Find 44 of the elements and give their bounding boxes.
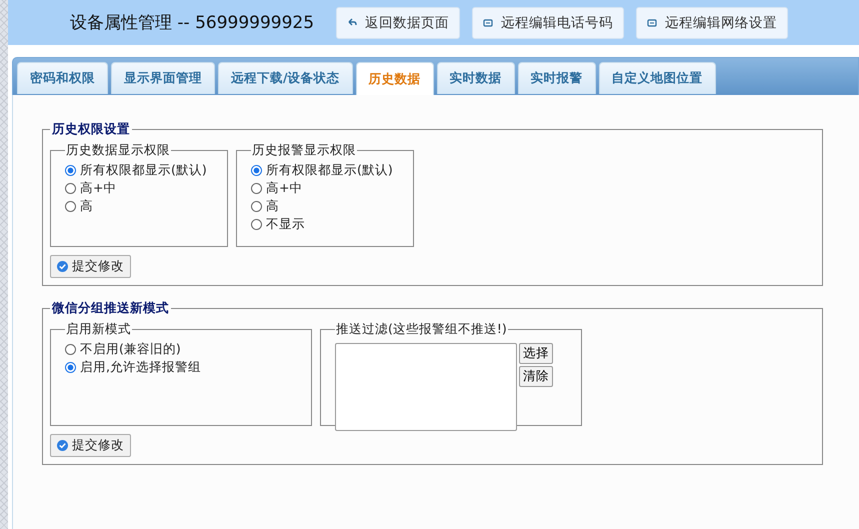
radio-button[interactable] xyxy=(251,218,262,230)
tab[interactable]: 自定义地图位置 xyxy=(598,62,716,94)
radio-label: 不显示 xyxy=(266,215,305,233)
submit-button[interactable]: 提交修改 xyxy=(50,255,131,278)
window-icon xyxy=(483,18,494,28)
radio-label: 高+中 xyxy=(266,179,302,197)
radio-label: 高 xyxy=(80,197,93,215)
tab[interactable]: 实时数据 xyxy=(436,62,515,94)
radio-button[interactable] xyxy=(251,182,262,194)
window-icon xyxy=(647,18,658,28)
tab[interactable]: 显示界面管理 xyxy=(111,62,215,94)
radio-button[interactable] xyxy=(65,164,76,176)
check-icon xyxy=(57,261,68,272)
header-button[interactable]: 返回数据页面 xyxy=(336,6,460,38)
list-box[interactable] xyxy=(335,343,517,431)
group-title: 历史报警显示权限 xyxy=(251,142,357,159)
check-icon xyxy=(57,440,68,451)
group-title: 启用新模式 xyxy=(65,321,132,338)
submit-button[interactable]: 提交修改 xyxy=(50,434,131,457)
radio-label: 高+中 xyxy=(80,179,116,197)
section-title: 微信分组推送新模式 xyxy=(50,300,170,317)
radio-label: 所有权限都显示(默认) xyxy=(266,161,393,179)
tab[interactable]: 远程下载/设备状态 xyxy=(218,62,353,94)
radio-button[interactable] xyxy=(251,200,262,212)
radio-button[interactable] xyxy=(65,200,76,212)
page-title: 设备属性管理 -- 56999999925 xyxy=(70,12,314,34)
group-title: 推送过滤(这些报警组不推送!) xyxy=(335,321,508,338)
filter-button[interactable]: 选择 xyxy=(519,343,553,364)
radio-button[interactable] xyxy=(65,362,76,372)
section-title: 历史权限设置 xyxy=(51,121,131,138)
filter-button[interactable]: 清除 xyxy=(519,366,553,387)
tab[interactable]: 密码和权限 xyxy=(17,62,108,94)
radio-label: 所有权限都显示(默认) xyxy=(80,161,207,179)
header-button[interactable]: 远程编辑网络设置 xyxy=(636,6,788,38)
radio-label: 不启用(兼容旧的) xyxy=(80,340,181,358)
radio-button[interactable] xyxy=(65,344,76,354)
radio-label: 启用,允许选择报警组 xyxy=(80,358,201,376)
radio-button[interactable] xyxy=(251,164,262,176)
undo-arrow-icon xyxy=(347,18,358,28)
header-button[interactable]: 远程编辑电话号码 xyxy=(472,6,624,38)
tab[interactable]: 实时报警 xyxy=(518,62,596,94)
radio-button[interactable] xyxy=(65,182,76,194)
radio-label: 高 xyxy=(266,197,279,215)
group-title: 历史数据显示权限 xyxy=(65,142,171,159)
